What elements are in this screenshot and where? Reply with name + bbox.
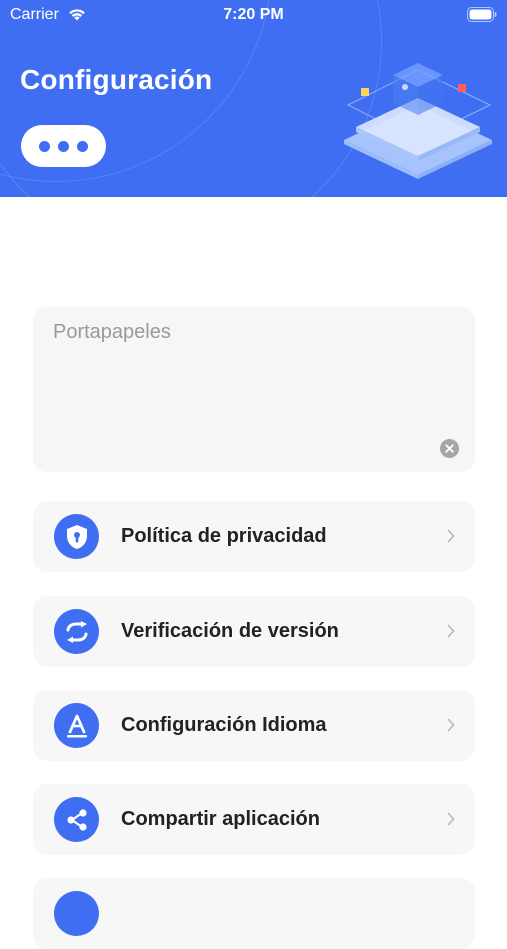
dot-icon [77, 140, 88, 152]
status-bar: Carrier 7:20 PM [0, 0, 507, 32]
menu-item-language-settings[interactable]: Configuración Idioma [33, 690, 475, 761]
chevron-right-icon [447, 812, 455, 831]
chevron-right-icon [447, 718, 455, 737]
chevron-right-icon [447, 529, 455, 548]
menu-item-label: Configuración Idioma [121, 714, 327, 736]
clipboard-placeholder: Portapapeles [53, 321, 171, 343]
chevron-right-icon [447, 624, 455, 643]
more-options-button[interactable] [21, 125, 106, 167]
settings-illustration [338, 55, 498, 185]
header: Carrier 7:20 PM Configuración [0, 0, 507, 197]
clock: 7:20 PM [223, 6, 284, 23]
menu-item-label: Política de privacidad [121, 525, 327, 547]
menu-item-share-app[interactable]: Compartir aplicación [33, 784, 475, 855]
menu-item-version-check[interactable]: Verificación de versión [33, 596, 475, 667]
menu-item-privacy-policy[interactable]: Política de privacidad [33, 501, 475, 572]
dot-icon [58, 140, 69, 152]
page-title: Configuración [20, 64, 213, 95]
share-icon [54, 797, 99, 842]
refresh-icon [54, 609, 99, 654]
dot-icon [39, 140, 50, 152]
clipboard-field[interactable]: Portapapeles [33, 307, 475, 472]
font-a-icon [54, 703, 99, 748]
menu-item-partial[interactable] [33, 878, 475, 949]
menu-item-label: Verificación de versión [121, 620, 339, 642]
shield-icon [54, 514, 99, 559]
menu-icon-partial [54, 891, 99, 936]
menu-item-label: Compartir aplicación [121, 808, 320, 830]
clear-icon[interactable] [440, 439, 459, 458]
battery-icon [467, 7, 497, 27]
